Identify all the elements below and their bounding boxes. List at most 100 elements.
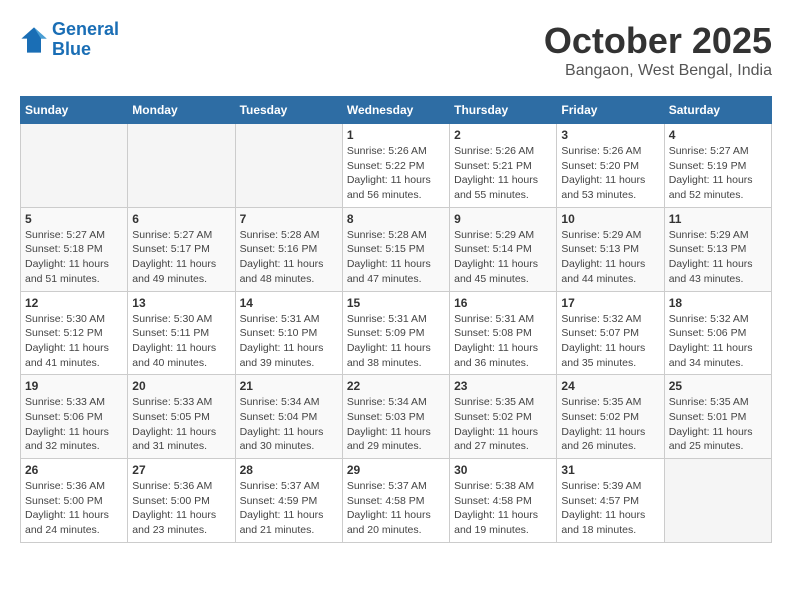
- day-number: 22: [347, 379, 445, 393]
- day-info: Sunrise: 5:34 AM Sunset: 5:03 PM Dayligh…: [347, 395, 445, 454]
- weekday-header: Tuesday: [235, 97, 342, 124]
- day-number: 2: [454, 128, 552, 142]
- day-info: Sunrise: 5:31 AM Sunset: 5:09 PM Dayligh…: [347, 312, 445, 371]
- day-number: 12: [25, 296, 123, 310]
- calendar-cell: 4 Sunrise: 5:27 AM Sunset: 5:19 PM Daylig…: [664, 124, 771, 208]
- calendar-cell: 8 Sunrise: 5:28 AM Sunset: 5:15 PM Daylig…: [342, 207, 449, 291]
- weekday-header: Sunday: [21, 97, 128, 124]
- day-info: Sunrise: 5:27 AM Sunset: 5:18 PM Dayligh…: [25, 228, 123, 287]
- calendar-cell: 21 Sunrise: 5:34 AM Sunset: 5:04 PM Dayli…: [235, 375, 342, 459]
- day-number: 29: [347, 463, 445, 477]
- day-number: 20: [132, 379, 230, 393]
- day-number: 3: [561, 128, 659, 142]
- calendar-cell: 15 Sunrise: 5:31 AM Sunset: 5:09 PM Dayli…: [342, 291, 449, 375]
- calendar-cell: 22 Sunrise: 5:34 AM Sunset: 5:03 PM Dayli…: [342, 375, 449, 459]
- day-number: 31: [561, 463, 659, 477]
- calendar-cell: 10 Sunrise: 5:29 AM Sunset: 5:13 PM Dayli…: [557, 207, 664, 291]
- day-info: Sunrise: 5:37 AM Sunset: 4:58 PM Dayligh…: [347, 479, 445, 538]
- calendar-cell: 9 Sunrise: 5:29 AM Sunset: 5:14 PM Daylig…: [450, 207, 557, 291]
- day-number: 16: [454, 296, 552, 310]
- day-number: 21: [240, 379, 338, 393]
- calendar-cell: 27 Sunrise: 5:36 AM Sunset: 5:00 PM Dayli…: [128, 459, 235, 543]
- calendar-cell: 25 Sunrise: 5:35 AM Sunset: 5:01 PM Dayli…: [664, 375, 771, 459]
- day-info: Sunrise: 5:34 AM Sunset: 5:04 PM Dayligh…: [240, 395, 338, 454]
- calendar-cell: 18Sunrise: 5:32 AM Sunset: 5:06 PM Dayli…: [664, 291, 771, 375]
- day-info: Sunrise: 5:29 AM Sunset: 5:13 PM Dayligh…: [561, 228, 659, 287]
- calendar-cell: 7 Sunrise: 5:28 AM Sunset: 5:16 PM Daylig…: [235, 207, 342, 291]
- calendar-cell: 19 Sunrise: 5:33 AM Sunset: 5:06 PM Dayli…: [21, 375, 128, 459]
- calendar-cell: 26 Sunrise: 5:36 AM Sunset: 5:00 PM Dayli…: [21, 459, 128, 543]
- logo-icon: [20, 26, 48, 54]
- calendar-week-row: 26 Sunrise: 5:36 AM Sunset: 5:00 PM Dayli…: [21, 459, 772, 543]
- day-number: 19: [25, 379, 123, 393]
- day-info: Sunrise: 5:26 AM Sunset: 5:20 PM Dayligh…: [561, 144, 659, 203]
- day-number: 18: [669, 296, 767, 310]
- day-info: Sunrise: 5:26 AM Sunset: 5:22 PM Dayligh…: [347, 144, 445, 203]
- calendar-cell: [128, 124, 235, 208]
- day-info: Sunrise: 5:28 AM Sunset: 5:15 PM Dayligh…: [347, 228, 445, 287]
- day-number: 23: [454, 379, 552, 393]
- weekday-header: Friday: [557, 97, 664, 124]
- day-info: Sunrise: 5:29 AM Sunset: 5:13 PM Dayligh…: [669, 228, 767, 287]
- day-number: 7: [240, 212, 338, 226]
- weekday-header: Wednesday: [342, 97, 449, 124]
- day-number: 14: [240, 296, 338, 310]
- day-number: 5: [25, 212, 123, 226]
- logo-line2: Blue: [52, 39, 91, 59]
- day-info: Sunrise: 5:37 AM Sunset: 4:59 PM Dayligh…: [240, 479, 338, 538]
- day-number: 8: [347, 212, 445, 226]
- page-header: General Blue October 2025 Bangaon, West …: [20, 20, 772, 80]
- month-title: October 2025: [544, 20, 772, 62]
- day-number: 4: [669, 128, 767, 142]
- day-info: Sunrise: 5:31 AM Sunset: 5:10 PM Dayligh…: [240, 312, 338, 371]
- calendar-cell: 13Sunrise: 5:30 AM Sunset: 5:11 PM Dayli…: [128, 291, 235, 375]
- day-info: Sunrise: 5:31 AM Sunset: 5:08 PM Dayligh…: [454, 312, 552, 371]
- day-info: Sunrise: 5:26 AM Sunset: 5:21 PM Dayligh…: [454, 144, 552, 203]
- logo: General Blue: [20, 20, 119, 60]
- calendar-cell: 20Sunrise: 5:33 AM Sunset: 5:05 PM Dayli…: [128, 375, 235, 459]
- calendar: SundayMondayTuesdayWednesdayThursdayFrid…: [20, 96, 772, 543]
- day-info: Sunrise: 5:28 AM Sunset: 5:16 PM Dayligh…: [240, 228, 338, 287]
- calendar-cell: [21, 124, 128, 208]
- calendar-cell: 14 Sunrise: 5:31 AM Sunset: 5:10 PM Dayli…: [235, 291, 342, 375]
- calendar-cell: [235, 124, 342, 208]
- day-number: 6: [132, 212, 230, 226]
- calendar-cell: 30 Sunrise: 5:38 AM Sunset: 4:58 PM Dayli…: [450, 459, 557, 543]
- day-info: Sunrise: 5:32 AM Sunset: 5:07 PM Dayligh…: [561, 312, 659, 371]
- day-number: 26: [25, 463, 123, 477]
- day-number: 10: [561, 212, 659, 226]
- calendar-cell: 2 Sunrise: 5:26 AM Sunset: 5:21 PM Daylig…: [450, 124, 557, 208]
- day-number: 9: [454, 212, 552, 226]
- calendar-week-row: 1 Sunrise: 5:26 AM Sunset: 5:22 PM Daylig…: [21, 124, 772, 208]
- day-number: 30: [454, 463, 552, 477]
- day-info: Sunrise: 5:38 AM Sunset: 4:58 PM Dayligh…: [454, 479, 552, 538]
- title-block: October 2025 Bangaon, West Bengal, India: [544, 20, 772, 80]
- day-number: 13: [132, 296, 230, 310]
- calendar-cell: 17 Sunrise: 5:32 AM Sunset: 5:07 PM Dayli…: [557, 291, 664, 375]
- calendar-cell: 29 Sunrise: 5:37 AM Sunset: 4:58 PM Dayli…: [342, 459, 449, 543]
- location: Bangaon, West Bengal, India: [544, 62, 772, 80]
- day-info: Sunrise: 5:39 AM Sunset: 4:57 PM Dayligh…: [561, 479, 659, 538]
- day-number: 1: [347, 128, 445, 142]
- day-number: 17: [561, 296, 659, 310]
- calendar-cell: 5 Sunrise: 5:27 AM Sunset: 5:18 PM Daylig…: [21, 207, 128, 291]
- calendar-cell: 6Sunrise: 5:27 AM Sunset: 5:17 PM Daylig…: [128, 207, 235, 291]
- calendar-cell: 16 Sunrise: 5:31 AM Sunset: 5:08 PM Dayli…: [450, 291, 557, 375]
- day-info: Sunrise: 5:36 AM Sunset: 5:00 PM Dayligh…: [132, 479, 230, 538]
- calendar-cell: 3 Sunrise: 5:26 AM Sunset: 5:20 PM Daylig…: [557, 124, 664, 208]
- day-number: 28: [240, 463, 338, 477]
- day-number: 25: [669, 379, 767, 393]
- day-number: 27: [132, 463, 230, 477]
- day-info: Sunrise: 5:27 AM Sunset: 5:19 PM Dayligh…: [669, 144, 767, 203]
- weekday-header: Thursday: [450, 97, 557, 124]
- calendar-cell: 28 Sunrise: 5:37 AM Sunset: 4:59 PM Dayli…: [235, 459, 342, 543]
- calendar-week-row: 12Sunrise: 5:30 AM Sunset: 5:12 PM Dayli…: [21, 291, 772, 375]
- day-info: Sunrise: 5:33 AM Sunset: 5:06 PM Dayligh…: [25, 395, 123, 454]
- calendar-cell: [664, 459, 771, 543]
- calendar-cell: 12Sunrise: 5:30 AM Sunset: 5:12 PM Dayli…: [21, 291, 128, 375]
- day-number: 15: [347, 296, 445, 310]
- day-info: Sunrise: 5:36 AM Sunset: 5:00 PM Dayligh…: [25, 479, 123, 538]
- day-info: Sunrise: 5:29 AM Sunset: 5:14 PM Dayligh…: [454, 228, 552, 287]
- day-info: Sunrise: 5:35 AM Sunset: 5:01 PM Dayligh…: [669, 395, 767, 454]
- calendar-week-row: 19 Sunrise: 5:33 AM Sunset: 5:06 PM Dayli…: [21, 375, 772, 459]
